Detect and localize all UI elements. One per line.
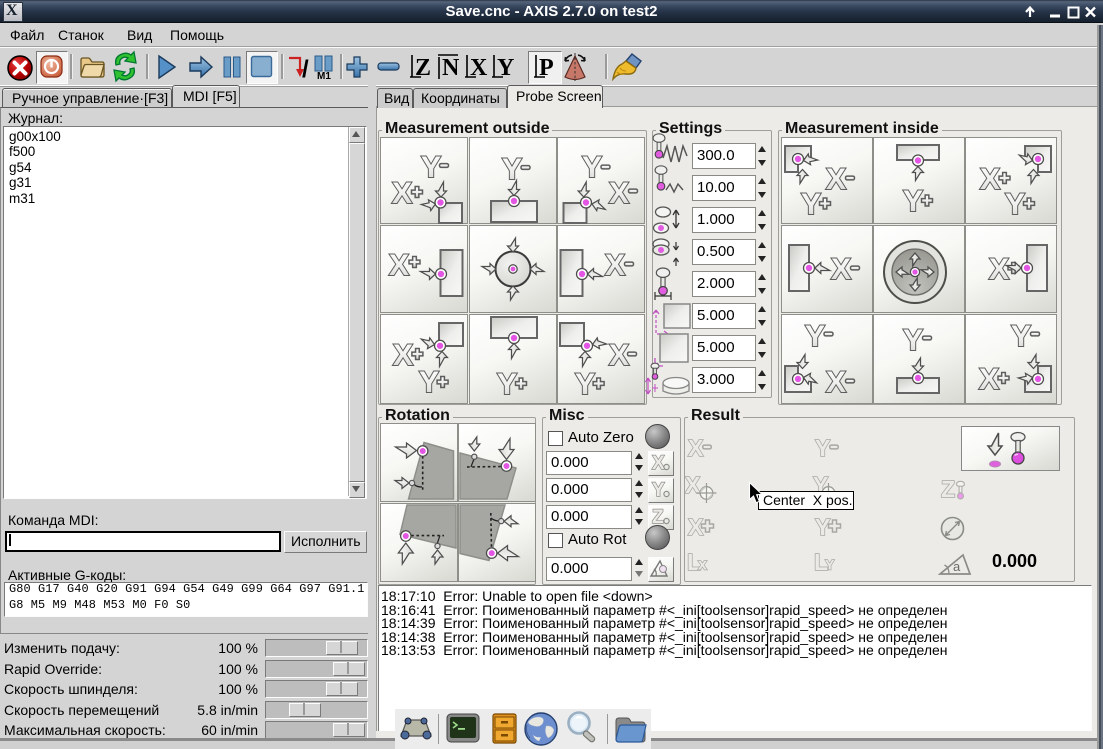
svg-text:x: x	[698, 557, 707, 574]
svg-text:Y: Y	[825, 557, 835, 573]
svg-text:Z: Z	[941, 476, 955, 502]
svg-text:X: X	[652, 453, 665, 474]
svg-text:Y: Y	[652, 480, 665, 501]
svg-text:a: a	[953, 559, 961, 574]
